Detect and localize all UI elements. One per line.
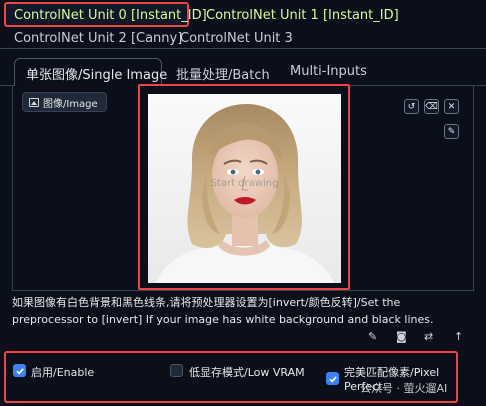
close-icon: ✕: [447, 101, 456, 112]
invert-hint-text: 如果图像有白色背景和黑色线条,请将预处理器设置为[invert/颜色反转]/Se…: [12, 296, 434, 326]
image-label-text: 图像/Image: [43, 98, 98, 110]
canvas-watermark-text: Start drawing: [210, 178, 279, 189]
pixel-perfect-label-line1: 完美匹配像素/Pixel: [344, 366, 440, 379]
camera-tool-button[interactable]: ◙: [396, 330, 407, 343]
image-label-chip: 图像/Image: [22, 92, 107, 112]
tab-controlnet-unit-0[interactable]: ControlNet Unit 0 [Instant_ID]: [14, 8, 207, 24]
reference-image-canvas[interactable]: Start drawing: [148, 94, 341, 283]
swap-tool-button[interactable]: ⇄: [424, 330, 433, 343]
upload-tool-button[interactable]: ↑: [454, 330, 463, 343]
eraser-icon: ⌫: [425, 101, 438, 112]
edit-button[interactable]: ✎: [444, 124, 459, 139]
clear-image-button[interactable]: ✕: [444, 99, 459, 114]
enable-label: 启用/Enable: [31, 366, 95, 379]
image-icon: [29, 97, 39, 107]
pencil-icon: ✎: [368, 330, 378, 343]
tab-batch[interactable]: 批量处理/Batch: [176, 64, 270, 83]
upload-arrow-icon: ↑: [454, 330, 464, 343]
eraser-button[interactable]: ⌫: [424, 99, 439, 114]
check-icon: [328, 375, 337, 383]
low-vram-checkbox[interactable]: [170, 364, 183, 377]
pencil-tool-button[interactable]: ✎: [368, 330, 377, 343]
tab-single-image[interactable]: 单张图像/Single Image: [26, 64, 167, 83]
undo-icon: ↺: [407, 101, 416, 112]
swap-icon: ⇄: [424, 330, 434, 343]
edit-pen-icon: ✎: [447, 126, 456, 137]
unit-tabs-divider: [0, 48, 486, 49]
enable-checkbox[interactable]: [13, 364, 26, 377]
low-vram-label: 低显存模式/Low VRAM: [189, 366, 305, 379]
pixel-perfect-checkbox[interactable]: [326, 372, 339, 385]
camera-icon: ◙: [396, 330, 407, 343]
footer-watermark: 公众号 · 萤火遛AI: [360, 382, 448, 395]
tab-controlnet-unit-2[interactable]: ControlNet Unit 2 [Canny]: [14, 31, 182, 47]
tab-multi-inputs[interactable]: Multi-Inputs: [290, 64, 367, 79]
check-icon: [15, 367, 24, 375]
tab-controlnet-unit-3[interactable]: ControlNet Unit 3: [180, 31, 293, 47]
undo-button[interactable]: ↺: [404, 99, 419, 114]
tab-controlnet-unit-1[interactable]: ControlNet Unit 1 [Instant_ID]: [206, 8, 399, 24]
